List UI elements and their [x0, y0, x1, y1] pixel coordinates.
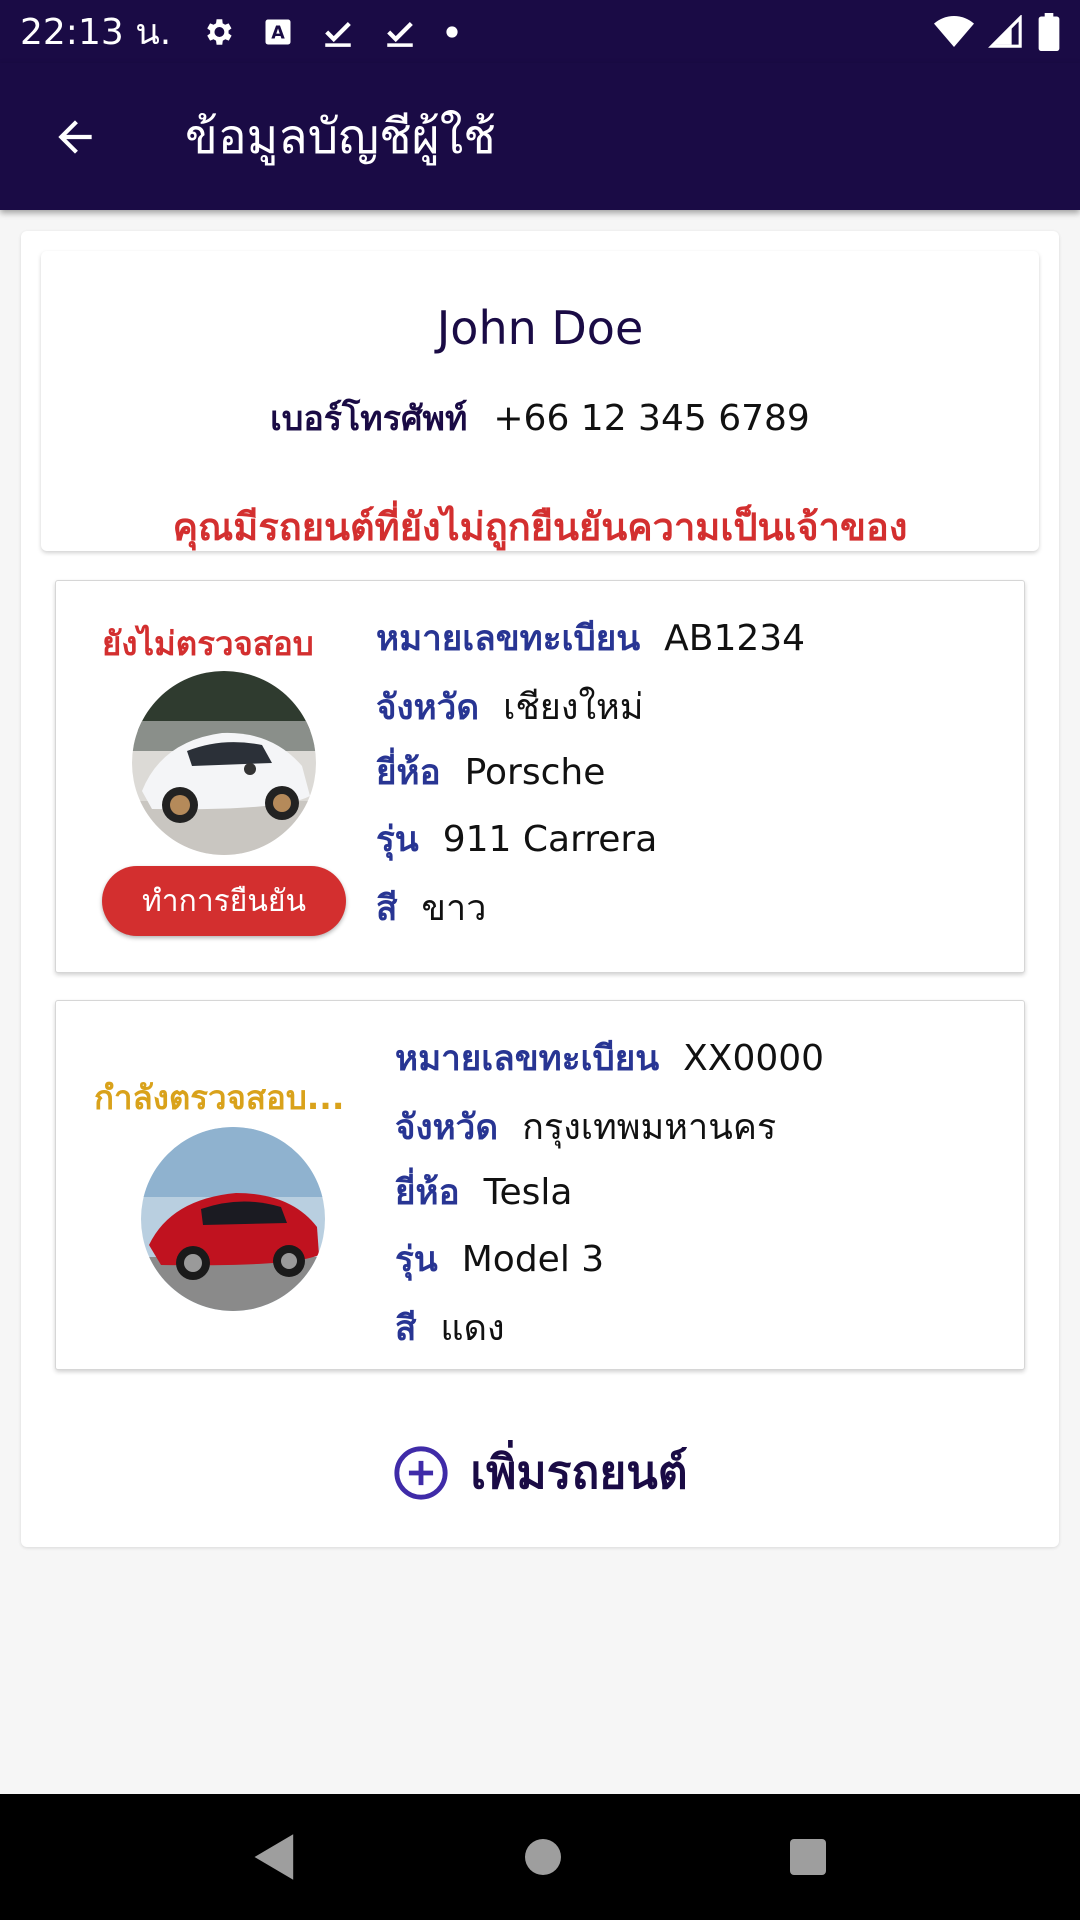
battery-icon	[1038, 12, 1060, 51]
add-circle-icon	[394, 1445, 448, 1500]
nav-recents-icon[interactable]	[788, 1837, 828, 1877]
field-province: จังหวัด เชียงใหม่	[376, 678, 644, 735]
phone-label: เบอร์โทรศัพท์	[270, 399, 468, 439]
nav-back-icon[interactable]	[252, 1832, 298, 1882]
field-brand: ยี่ห้อ Porsche	[376, 745, 605, 800]
add-car-label: เพิ่มรถยนต์	[470, 1445, 688, 1499]
status-icons-left: A	[201, 15, 459, 49]
car-card-1[interactable]: ยังไม่ตรวจสอบ ทำการยืนยัน หมายเลขทะเบียน…	[55, 580, 1025, 973]
status-bar: 22:13 น. A	[0, 0, 1080, 63]
nav-home-icon[interactable]	[523, 1837, 563, 1877]
check-icon	[387, 21, 414, 47]
field-label: หมายเลขทะเบียน	[395, 1039, 660, 1079]
phone-value: +66 12 345 6789	[493, 398, 810, 439]
field-label: จังหวัด	[376, 688, 480, 728]
gear-icon	[207, 18, 232, 45]
status-icons-right	[934, 12, 1060, 51]
tesla-car-image	[141, 1127, 325, 1311]
status-time: 22:13 น.	[20, 12, 172, 53]
car-status: ยังไม่ตรวจสอบ	[102, 624, 314, 663]
verify-button[interactable]: ทำการยืนยัน	[102, 866, 346, 936]
profile-card: John Doe เบอร์โทรศัพท์ +66 12 345 6789 ค…	[41, 251, 1039, 551]
add-car-button[interactable]: เพิ่มรถยนต์	[21, 1436, 1059, 1509]
unverified-warning: คุณมีรถยนต์ที่ยังไม่ถูกยืนยันความเป็นเจ้…	[172, 505, 908, 549]
back-button[interactable]	[25, 87, 125, 187]
field-label: สี	[376, 889, 398, 929]
field-label: ยี่ห้อ	[395, 1173, 460, 1213]
field-label: สี	[395, 1309, 417, 1349]
page-title: ข้อมูลบัญชีผู้ใช้	[185, 108, 496, 165]
text-a-icon: A	[265, 19, 291, 44]
field-province: จังหวัด กรุงเทพมหานคร	[395, 1098, 776, 1155]
field-model: รุ่น Model 3	[395, 1232, 604, 1287]
field-value: 911 Carrera	[442, 819, 658, 860]
field-brand: ยี่ห้อ Tesla	[395, 1165, 572, 1220]
wifi-icon	[934, 15, 974, 47]
field-color: สี แดง	[395, 1299, 505, 1356]
field-value: กรุงเทพมหานคร	[522, 1107, 777, 1148]
field-label: ยี่ห้อ	[376, 753, 441, 793]
car-status: กำลังตรวจสอบ...	[94, 1078, 345, 1117]
phone-row: เบอร์โทรศัพท์ +66 12 345 6789	[41, 391, 1039, 445]
field-value: Porsche	[464, 752, 606, 793]
car-photo	[132, 671, 316, 855]
field-value: ขาว	[421, 888, 487, 929]
field-value: Tesla	[483, 1172, 573, 1213]
field-model: รุ่น 911 Carrera	[376, 812, 657, 867]
field-value: XX0000	[683, 1038, 825, 1079]
porsche-car-image	[132, 671, 316, 855]
field-value: AB1234	[664, 618, 806, 659]
field-value: แดง	[440, 1308, 505, 1349]
svg-text:A: A	[271, 23, 285, 43]
field-label: รุ่น	[395, 1240, 438, 1280]
check-icon	[325, 21, 352, 47]
car-card-2[interactable]: กำลังตรวจสอบ... หมายเลขทะเบียน XX0000 จั…	[55, 1000, 1025, 1370]
field-color: สี ขาว	[376, 879, 486, 936]
signal-icon	[988, 14, 1022, 48]
field-label: รุ่น	[376, 820, 419, 860]
user-name: John Doe	[436, 301, 644, 355]
field-value: เชียงใหม่	[503, 687, 644, 728]
dot-icon	[446, 25, 458, 38]
field-plate: หมายเลขทะเบียน AB1234	[376, 611, 805, 666]
system-nav-bar	[0, 1794, 1080, 1920]
field-label: จังหวัด	[395, 1108, 499, 1148]
app-bar: ข้อมูลบัญชีผู้ใช้	[0, 63, 1080, 210]
field-value: Model 3	[461, 1239, 605, 1280]
field-label: หมายเลขทะเบียน	[376, 619, 641, 659]
car-photo	[141, 1127, 325, 1311]
field-plate: หมายเลขทะเบียน XX0000	[395, 1031, 824, 1086]
account-content: John Doe เบอร์โทรศัพท์ +66 12 345 6789 ค…	[21, 231, 1059, 1547]
arrow-back-icon	[58, 119, 92, 154]
